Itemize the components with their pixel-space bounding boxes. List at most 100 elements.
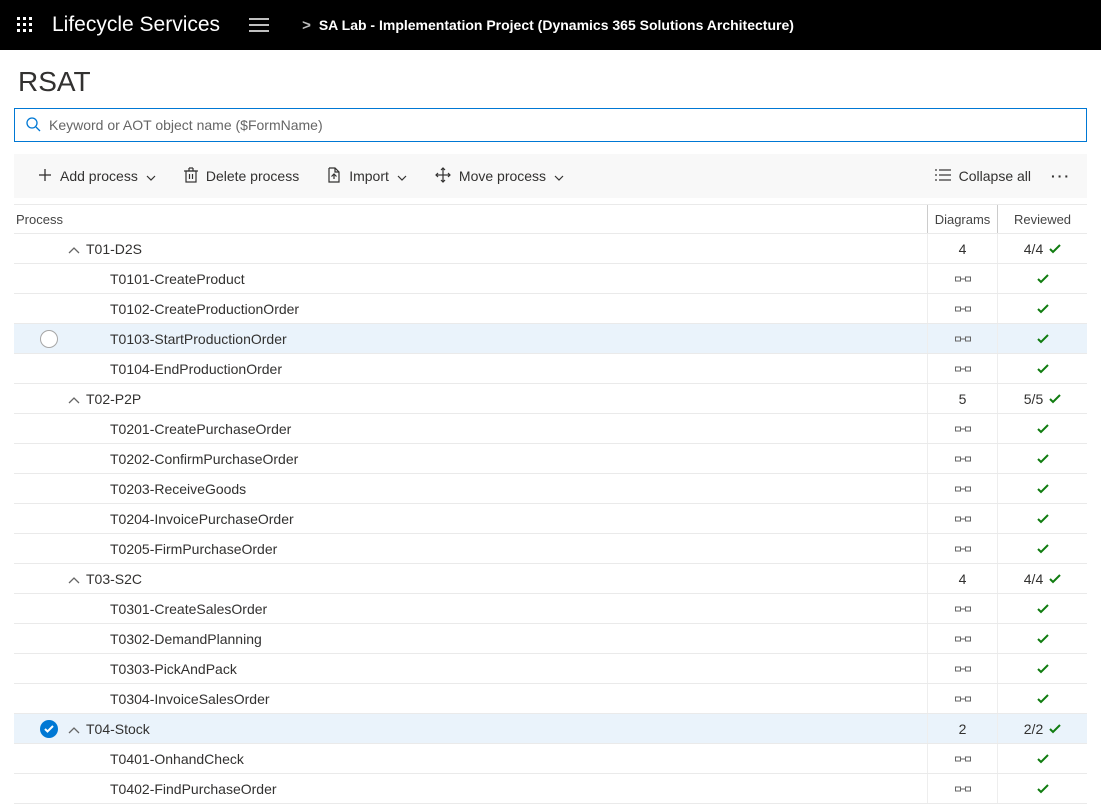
process-row[interactable]: T0402-FindPurchaseOrder <box>14 774 1087 804</box>
diagrams-cell[interactable]: 2 <box>927 714 997 743</box>
flow-icon[interactable] <box>955 451 971 467</box>
breadcrumb[interactable]: SA Lab - Implementation Project (Dynamic… <box>319 17 794 33</box>
flow-icon[interactable] <box>955 541 971 557</box>
diagrams-cell[interactable] <box>927 474 997 503</box>
diagrams-cell[interactable] <box>927 684 997 713</box>
reviewed-cell <box>997 654 1087 683</box>
chevron-down-icon <box>397 168 407 184</box>
process-label: T0203-ReceiveGoods <box>14 481 246 497</box>
flow-icon[interactable] <box>955 481 971 497</box>
flow-icon[interactable] <box>955 421 971 437</box>
diagrams-cell[interactable] <box>927 324 997 353</box>
diagrams-cell[interactable] <box>927 744 997 773</box>
collapse-caret-icon[interactable] <box>68 571 80 587</box>
diagrams-cell[interactable] <box>927 294 997 323</box>
diagrams-cell[interactable]: 4 <box>927 564 997 593</box>
check-icon <box>1037 631 1049 647</box>
move-icon <box>435 167 451 186</box>
reviewed-cell <box>997 744 1087 773</box>
reviewed-cell <box>997 474 1087 503</box>
process-row[interactable]: T03-S2C44/4 <box>14 564 1087 594</box>
reviewed-cell <box>997 414 1087 443</box>
process-row[interactable]: T0304-InvoiceSalesOrder <box>14 684 1087 714</box>
process-label: T0402-FindPurchaseOrder <box>14 781 277 797</box>
col-reviewed[interactable]: Reviewed <box>997 205 1087 233</box>
process-row[interactable]: T0102-CreateProductionOrder <box>14 294 1087 324</box>
import-button[interactable]: Import <box>313 154 421 198</box>
diagrams-cell[interactable] <box>927 534 997 563</box>
check-icon <box>1037 541 1049 557</box>
col-process[interactable]: Process <box>14 212 927 227</box>
process-row[interactable]: T0103-StartProductionOrder <box>14 324 1087 354</box>
diagrams-cell[interactable] <box>927 414 997 443</box>
flow-icon[interactable] <box>955 331 971 347</box>
reviewed-cell <box>997 444 1087 473</box>
reviewed-count: 4/4 <box>1024 571 1043 587</box>
row-selector[interactable] <box>40 330 58 348</box>
diagrams-cell[interactable] <box>927 594 997 623</box>
flow-icon[interactable] <box>955 271 971 287</box>
waffle-icon[interactable] <box>0 0 50 50</box>
process-row[interactable]: T0203-ReceiveGoods <box>14 474 1087 504</box>
diagrams-cell[interactable] <box>927 264 997 293</box>
process-row[interactable]: T0104-EndProductionOrder <box>14 354 1087 384</box>
reviewed-cell <box>997 504 1087 533</box>
row-selector-checked[interactable] <box>40 720 58 738</box>
delete-process-label: Delete process <box>206 168 299 184</box>
flow-icon[interactable] <box>955 631 971 647</box>
delete-process-button[interactable]: Delete process <box>170 154 313 198</box>
diagrams-count: 4 <box>959 571 967 587</box>
brand-title[interactable]: Lifecycle Services <box>50 13 234 37</box>
flow-icon[interactable] <box>955 511 971 527</box>
process-row[interactable]: T04-Stock22/2 <box>14 714 1087 744</box>
check-icon <box>1037 481 1049 497</box>
process-row[interactable]: T0301-CreateSalesOrder <box>14 594 1087 624</box>
hamburger-icon[interactable] <box>234 0 284 50</box>
flow-icon[interactable] <box>955 661 971 677</box>
process-row[interactable]: T0204-InvoicePurchaseOrder <box>14 504 1087 534</box>
reviewed-cell <box>997 594 1087 623</box>
search-input[interactable] <box>41 116 1076 134</box>
reviewed-count: 4/4 <box>1024 241 1043 257</box>
diagrams-count: 5 <box>959 391 967 407</box>
check-icon <box>1049 571 1061 587</box>
search-icon <box>25 116 41 135</box>
diagrams-cell[interactable] <box>927 504 997 533</box>
move-process-button[interactable]: Move process <box>421 154 578 198</box>
flow-icon[interactable] <box>955 361 971 377</box>
diagrams-cell[interactable] <box>927 624 997 653</box>
diagrams-cell[interactable]: 5 <box>927 384 997 413</box>
add-process-button[interactable]: Add process <box>24 154 170 198</box>
collapse-caret-icon[interactable] <box>68 391 80 407</box>
diagrams-cell[interactable] <box>927 354 997 383</box>
flow-icon[interactable] <box>955 781 971 797</box>
process-row[interactable]: T0201-CreatePurchaseOrder <box>14 414 1087 444</box>
page-title: RSAT <box>18 66 1087 98</box>
diagrams-cell[interactable] <box>927 444 997 473</box>
search-box[interactable] <box>14 108 1087 142</box>
collapse-caret-icon[interactable] <box>68 721 80 737</box>
process-row[interactable]: T0303-PickAndPack <box>14 654 1087 684</box>
collapse-all-button[interactable]: Collapse all <box>921 154 1045 198</box>
diagrams-cell[interactable] <box>927 654 997 683</box>
diagrams-count: 2 <box>959 721 967 737</box>
process-row[interactable]: T0202-ConfirmPurchaseOrder <box>14 444 1087 474</box>
process-row[interactable]: T01-D2S44/4 <box>14 234 1087 264</box>
process-row[interactable]: T0205-FirmPurchaseOrder <box>14 534 1087 564</box>
col-diagrams[interactable]: Diagrams <box>927 205 997 233</box>
process-label: T0101-CreateProduct <box>14 271 245 287</box>
diagrams-cell[interactable]: 4 <box>927 234 997 263</box>
collapse-all-label: Collapse all <box>959 168 1031 184</box>
flow-icon[interactable] <box>955 601 971 617</box>
check-icon <box>1049 241 1061 257</box>
flow-icon[interactable] <box>955 751 971 767</box>
flow-icon[interactable] <box>955 301 971 317</box>
process-row[interactable]: T0401-OnhandCheck <box>14 744 1087 774</box>
flow-icon[interactable] <box>955 691 971 707</box>
process-row[interactable]: T0302-DemandPlanning <box>14 624 1087 654</box>
process-row[interactable]: T02-P2P55/5 <box>14 384 1087 414</box>
more-button[interactable]: ··· <box>1045 168 1077 184</box>
process-row[interactable]: T0101-CreateProduct <box>14 264 1087 294</box>
collapse-caret-icon[interactable] <box>68 241 80 257</box>
reviewed-cell <box>997 354 1087 383</box>
